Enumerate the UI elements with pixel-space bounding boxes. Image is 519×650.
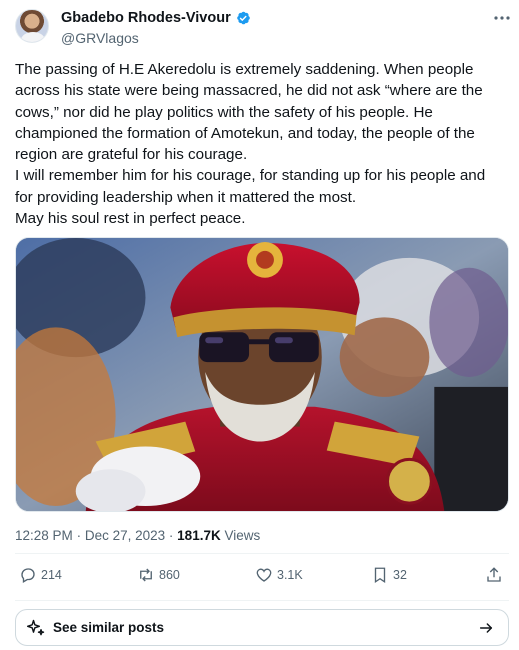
author-name-row: Gbadebo Rhodes-Vivour	[61, 10, 251, 26]
author-display-name[interactable]: Gbadebo Rhodes-Vivour	[61, 10, 231, 26]
see-similar-label: See similar posts	[53, 620, 165, 635]
tweet-text-line: cows,” nor did he play politics with the…	[15, 103, 433, 121]
tweet-text-line: across his state were being massacred, h…	[15, 82, 483, 100]
tweet-text-line: for providing leadership when it mattere…	[15, 188, 357, 206]
verified-badge-icon	[236, 11, 250, 25]
repost-count: 860	[159, 568, 180, 582]
bookmark-count: 32	[393, 568, 407, 582]
divider	[15, 600, 509, 601]
action-bar: 214 860 3.1K 32	[15, 566, 509, 592]
like-count: 3.1K	[277, 568, 303, 582]
tweet-text-line: I will remember him for his courage, for…	[15, 167, 486, 185]
arrow-right-icon	[479, 622, 493, 633]
author-handle[interactable]: @GRVlagos	[61, 30, 139, 46]
repost-icon	[140, 568, 152, 582]
heart-icon	[256, 568, 272, 582]
tweet-photo[interactable]	[15, 237, 509, 512]
like-button[interactable]: 3.1K	[255, 566, 303, 584]
views-label: Views	[224, 528, 261, 543]
tweet-text-line: The passing of H.E Akeredolu is extremel…	[15, 61, 474, 78]
tweet-text-line: May his soul rest in perfect peace.	[15, 210, 246, 228]
divider	[15, 553, 509, 554]
meta-separator: ·	[76, 528, 82, 543]
more-horizontal-icon[interactable]	[493, 12, 511, 24]
share-button[interactable]	[485, 566, 503, 584]
reply-button[interactable]: 214	[19, 566, 62, 584]
views-count: 181.7K	[177, 528, 221, 543]
bookmark-button[interactable]: 32	[371, 566, 407, 584]
tweet-text-line: championed the formation of Amotekun, an…	[15, 124, 475, 142]
tweet-meta: 12:28 PM · Dec 27, 2023 · 181.7K Views	[15, 528, 260, 543]
tweet-text: The passing of H.E Akeredolu is extremel…	[15, 59, 510, 229]
meta-separator: ·	[168, 528, 174, 543]
sparkle-icon	[26, 619, 45, 635]
share-icon	[487, 567, 501, 582]
tweet-time[interactable]: 12:28 PM	[15, 528, 73, 543]
bookmark-icon	[374, 567, 386, 584]
tweet-text-line: region are grateful for his courage.	[15, 146, 248, 164]
tweet-date[interactable]: Dec 27, 2023	[85, 528, 165, 543]
see-similar-posts-button[interactable]: See similar posts	[15, 609, 509, 646]
reply-count: 214	[41, 568, 62, 582]
avatar[interactable]	[15, 9, 49, 43]
tweet-card: Gbadebo Rhodes-Vivour @GRVlagos The pass…	[0, 0, 519, 650]
reply-icon	[21, 568, 35, 583]
repost-button[interactable]: 860	[137, 566, 180, 584]
photo-illustration	[16, 238, 508, 511]
